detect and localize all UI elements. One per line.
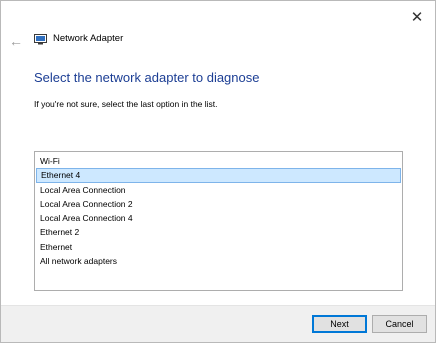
back-button[interactable]: ← [7, 31, 25, 51]
title-row: ← Network Adapter [1, 31, 435, 51]
instruction-text: If you're not sure, select the last opti… [34, 99, 218, 109]
network-adapter-icon [34, 34, 47, 45]
adapter-list-item[interactable]: Local Area Connection 2 [36, 197, 401, 211]
dialog-window: ✕ ← Network Adapter Select the network a… [0, 0, 436, 343]
dialog-title: Network Adapter [53, 33, 124, 44]
adapter-list-item[interactable]: Wi-Fi [36, 154, 401, 168]
adapter-list-item[interactable]: Local Area Connection [36, 183, 401, 197]
next-button[interactable]: Next [312, 315, 367, 333]
adapter-list-item[interactable]: Ethernet 2 [36, 225, 401, 239]
close-icon: ✕ [410, 9, 424, 26]
adapter-list-item[interactable]: Ethernet 4 [36, 168, 401, 183]
page-heading: Select the network adapter to diagnose [34, 70, 260, 85]
adapter-list-item[interactable]: Ethernet [36, 240, 401, 254]
dialog-footer: Next Cancel [1, 305, 435, 342]
adapter-listbox[interactable]: Wi-Fi Ethernet 4 Local Area Connection Loca… [34, 151, 403, 291]
close-button[interactable]: ✕ [403, 5, 431, 29]
cancel-button[interactable]: Cancel [372, 315, 427, 333]
adapter-list-item[interactable]: Local Area Connection 4 [36, 211, 401, 225]
adapter-list-item[interactable]: All network adapters [36, 254, 401, 268]
back-arrow-icon: ← [9, 33, 23, 49]
